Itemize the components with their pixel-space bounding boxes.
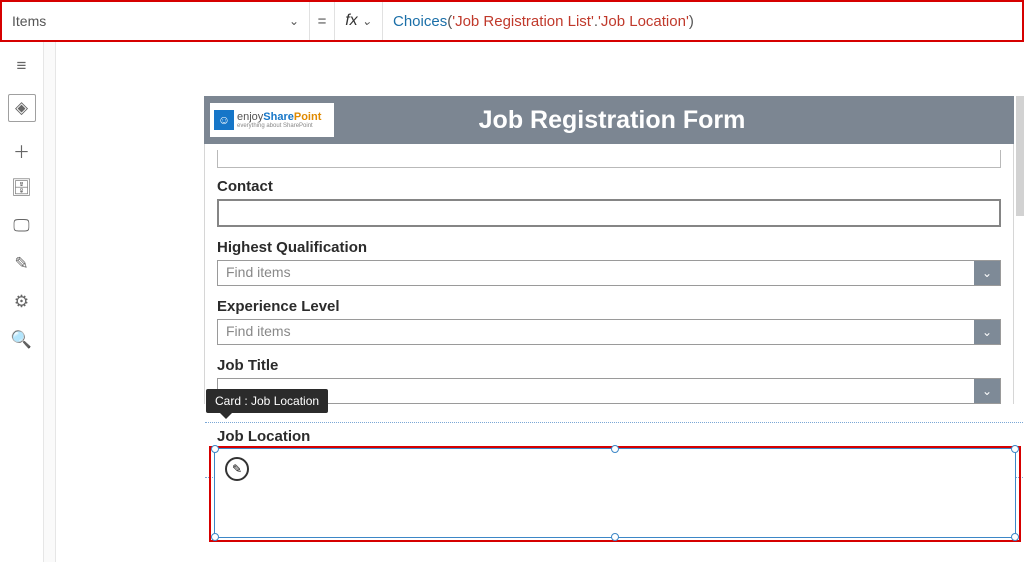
form-body: Contact Highest Qualification Find items… <box>204 144 1014 404</box>
highest-qualification-label: Highest Qualification <box>217 239 1001 256</box>
equals-sign: = <box>310 2 335 40</box>
canvas[interactable]: ☺ enjoySharePoint everything about Share… <box>56 42 1024 562</box>
formula-function: Choices <box>393 13 447 30</box>
chevron-down-icon[interactable]: ⌄ <box>974 261 1000 285</box>
left-toolbar: ≡ ◈ ＋ 🗄 🖵 ✎ ⚙ 🔍 <box>0 42 44 562</box>
formula-input[interactable]: Choices('Job Registration List'.'Job Loc… <box>383 12 1022 30</box>
formula-bar: Items ⌄ = fx ⌄ Choices('Job Registration… <box>0 0 1024 42</box>
tree-view-icon[interactable]: ◈ <box>8 94 36 122</box>
contact-input[interactable] <box>217 199 1001 227</box>
card-tooltip: Card : Job Location <box>206 389 328 413</box>
form-card: ☺ enjoySharePoint everything about Share… <box>204 96 1014 416</box>
scrollbar[interactable] <box>1016 96 1024 216</box>
chevron-down-icon[interactable]: ⌄ <box>974 379 1000 403</box>
data-icon[interactable]: 🗄 <box>12 178 32 198</box>
resize-handle[interactable] <box>1011 533 1019 541</box>
resize-handle[interactable] <box>211 533 219 541</box>
chevron-down-icon: ⌄ <box>289 14 299 28</box>
logo-subtitle: everything about SharePoint <box>237 123 321 129</box>
search-icon[interactable]: 🔍 <box>12 330 32 350</box>
job-location-card-selection[interactable]: Job Location ✎ <box>205 430 1024 550</box>
form-header: ☺ enjoySharePoint everything about Share… <box>204 96 1014 144</box>
workspace: ≡ ◈ ＋ 🗄 🖵 ✎ ⚙ 🔍 ☺ enjoySharePoint everyt… <box>0 42 1024 562</box>
media-icon[interactable]: 🖵 <box>12 216 32 236</box>
partial-field-above <box>217 150 1001 168</box>
contact-label: Contact <box>217 178 1001 195</box>
highest-qualification-combo[interactable]: Find items ⌄ <box>217 260 1001 286</box>
form-title: Job Registration Form <box>334 106 1014 135</box>
combo-placeholder: Find items <box>218 320 974 344</box>
resize-handle[interactable] <box>211 445 219 453</box>
hamburger-icon[interactable]: ≡ <box>12 56 32 76</box>
combo-placeholder <box>218 379 974 403</box>
formula-paren-close: ) <box>689 13 694 30</box>
experience-level-combo[interactable]: Find items ⌄ <box>217 319 1001 345</box>
formula-arg1: 'Job Registration List' <box>452 13 594 30</box>
resize-handle[interactable] <box>1011 445 1019 453</box>
settings-icon[interactable]: ⚙ <box>12 292 32 312</box>
property-name: Items <box>12 13 46 29</box>
resize-handle[interactable] <box>611 533 619 541</box>
job-title-combo[interactable]: ⌄ <box>217 378 1001 404</box>
chevron-down-icon[interactable]: ⌄ <box>974 320 1000 344</box>
advanced-tools-icon[interactable]: ✎ <box>12 254 32 274</box>
resize-handle[interactable] <box>611 445 619 453</box>
fx-button[interactable]: fx ⌄ <box>335 2 383 40</box>
property-selector[interactable]: Items ⌄ <box>2 2 310 40</box>
pencil-icon[interactable]: ✎ <box>225 457 249 481</box>
insert-icon[interactable]: ＋ <box>12 140 32 160</box>
chevron-down-icon: ⌄ <box>362 14 372 28</box>
formula-arg2: 'Job Location' <box>598 13 689 30</box>
job-title-label: Job Title <box>217 357 1001 374</box>
tree-pane-collapsed[interactable] <box>44 42 56 562</box>
fx-label: fx <box>345 12 357 30</box>
logo-icon: ☺ <box>214 110 234 130</box>
job-location-control[interactable]: ✎ <box>214 448 1016 538</box>
logo: ☺ enjoySharePoint everything about Share… <box>210 103 334 137</box>
combo-placeholder: Find items <box>218 261 974 285</box>
experience-level-label: Experience Level <box>217 298 1001 315</box>
